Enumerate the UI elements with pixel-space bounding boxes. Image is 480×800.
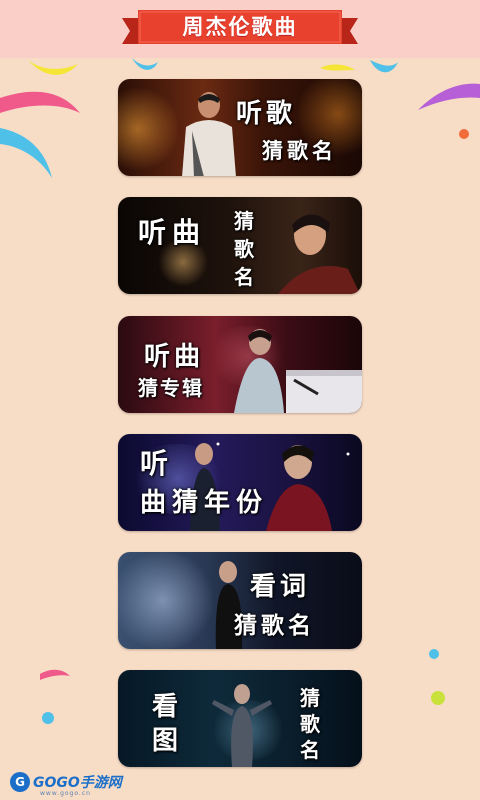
watermark: G GOGO手游网 www.gogo.cn (10, 770, 122, 797)
card-subtitle: 猜歌名 (262, 138, 337, 163)
card-subtitle: 曲猜年份 (140, 488, 269, 518)
watermark-url: www.gogo.cn (40, 790, 91, 797)
card-title: 看词 (250, 572, 311, 602)
card-vertical-char: 猜 (234, 209, 254, 233)
card-title: 听曲 (138, 216, 207, 249)
mode-card-listen-tune-guess-song[interactable]: 听曲 猜 歌 名 (118, 197, 362, 294)
singer-at-piano (234, 329, 362, 413)
card-vertical-char: 歌 (300, 712, 320, 736)
card-title: 听曲 (144, 342, 205, 372)
watermark-brand: GOGO手游网 (33, 775, 122, 791)
singer-figure (278, 214, 360, 294)
card-vertical-char: 名 (234, 265, 254, 289)
singer-figure (212, 684, 272, 767)
card-subtitle: 猜专辑 (138, 376, 204, 400)
card-vertical-char: 歌 (234, 237, 254, 261)
gogo-logo-icon: G (10, 772, 30, 792)
title-ribbon: 周杰伦歌曲 (122, 8, 358, 48)
mode-card-listen-guess-year[interactable]: 听 曲猜年份 (118, 434, 362, 531)
card-vertical-char: 看 (152, 692, 179, 722)
card-vertical-char: 名 (300, 738, 320, 762)
page-title: 周杰伦歌曲 (182, 15, 298, 39)
singer-figure (182, 92, 236, 176)
mode-card-listen-guess-song[interactable]: 听歌 猜歌名 (118, 79, 362, 176)
card-vertical-char: 图 (152, 726, 179, 756)
card-title: 听 (140, 447, 169, 480)
mode-card-lyrics-guess-song[interactable]: 看词 猜歌名 (118, 552, 362, 649)
card-vertical-char: 猜 (300, 686, 320, 710)
mode-card-listen-guess-album[interactable]: 听曲 猜专辑 (118, 316, 362, 413)
card-subtitle: 猜歌名 (234, 612, 315, 639)
mode-card-picture-guess-song[interactable]: 看 图 猜 歌 名 (118, 670, 362, 767)
card-title: 听歌 (236, 99, 297, 129)
